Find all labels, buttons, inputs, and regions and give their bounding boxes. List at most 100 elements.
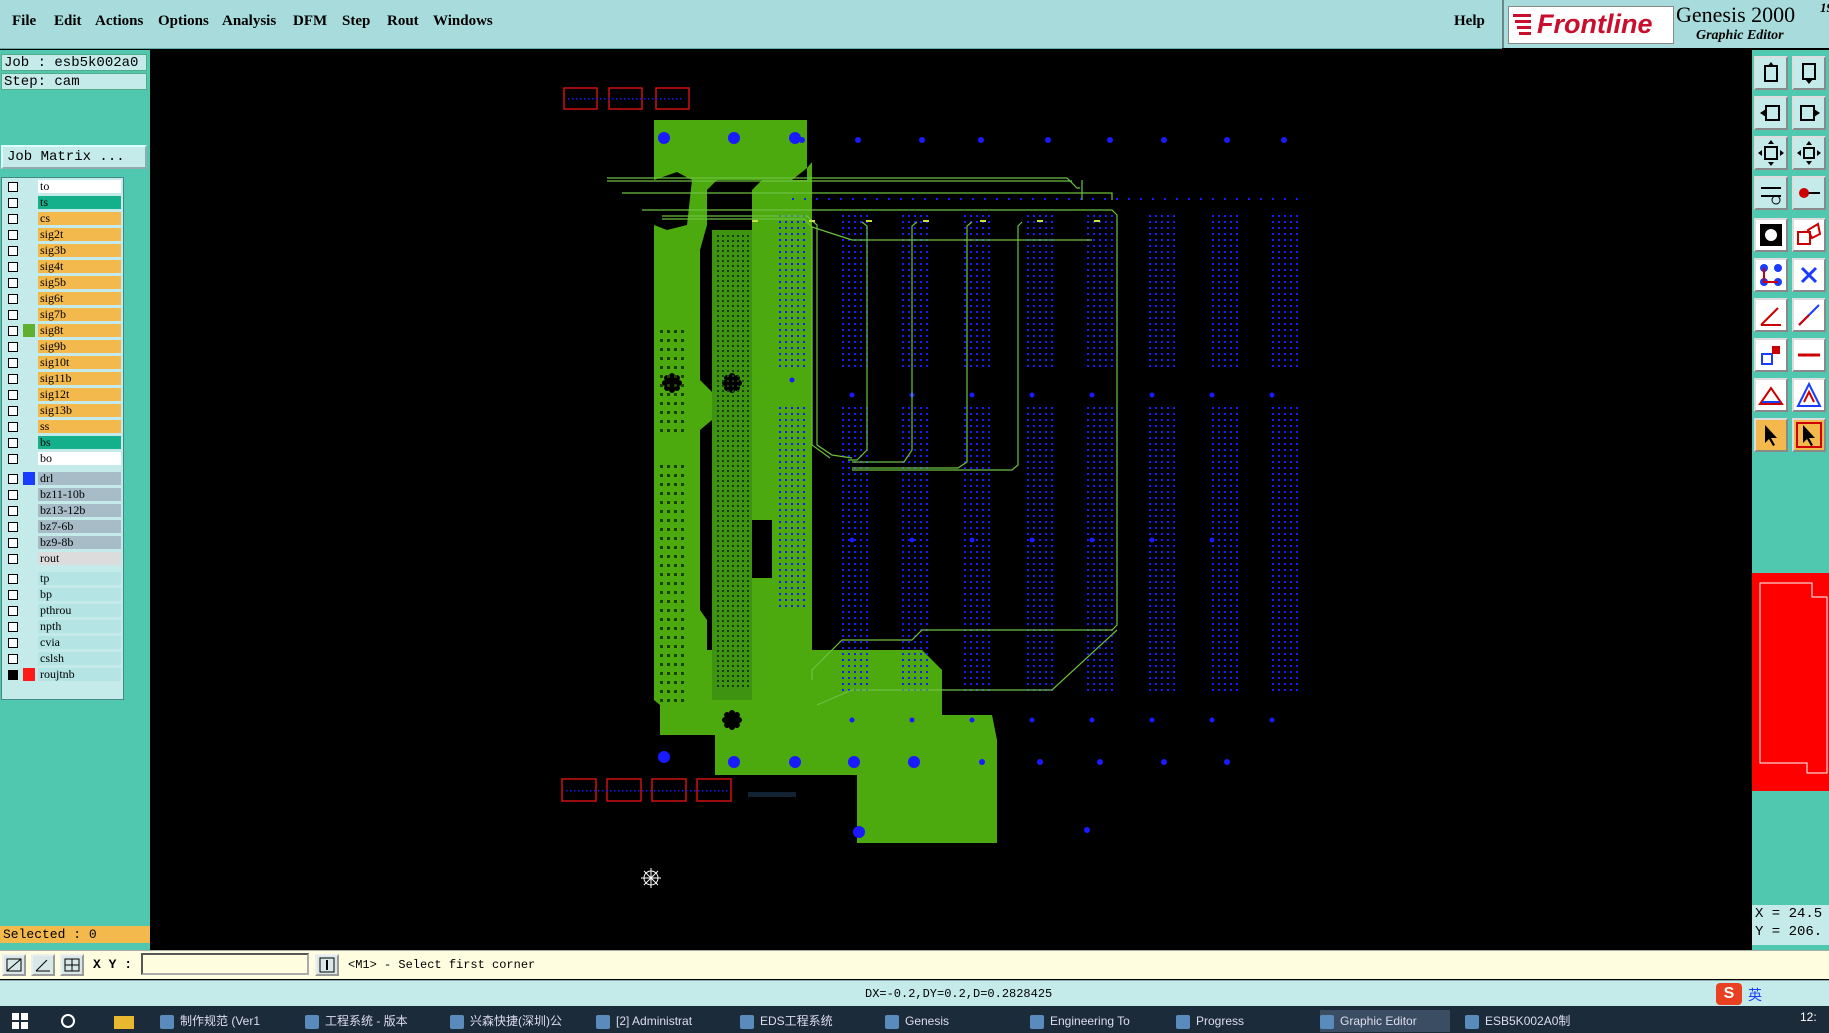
layer-checkbox[interactable] [8,310,18,320]
layer-color-swatch[interactable] [23,472,35,485]
sogou-ime-icon[interactable]: S [1716,983,1742,1005]
menu-options[interactable]: Options [158,13,209,30]
layer-color-swatch[interactable] [23,244,35,257]
layer-name[interactable]: bo [38,452,121,465]
select-button[interactable] [1754,418,1788,452]
layer-name[interactable]: bz11-10b [38,488,121,501]
layer-row-npth[interactable]: npth [2,619,123,634]
zoom-in-button[interactable] [1792,136,1826,170]
layer-row-sig12t[interactable]: sig12t [2,387,123,402]
layer-name[interactable]: sig6t [38,292,121,305]
layer-row-rout[interactable]: rout [2,551,123,566]
layer-color-swatch[interactable] [23,276,35,289]
menu-help[interactable]: Help [1454,13,1485,30]
layer-row-cs[interactable]: cs [2,211,123,226]
layer-checkbox[interactable] [8,390,18,400]
layer-checkbox[interactable] [8,230,18,240]
job-matrix-button[interactable]: Job Matrix ... [1,145,147,169]
layer-name[interactable]: sig7b [38,308,121,321]
layer-color-swatch[interactable] [23,404,35,417]
clock[interactable]: 12: [1800,1010,1817,1024]
layer-row-sig2t[interactable]: sig2t [2,227,123,242]
select-alt-button[interactable] [1792,418,1826,452]
layer-name[interactable]: tp [38,572,121,585]
layer-checkbox[interactable] [8,374,18,384]
layer-row-ts[interactable]: ts [2,195,123,210]
layer-color-swatch[interactable] [23,488,35,501]
layer-color-swatch[interactable] [23,324,35,337]
layer-row-sig4t[interactable]: sig4t [2,259,123,274]
taskbar-item[interactable]: Engineering To [1030,1010,1160,1032]
layer-color-swatch[interactable] [23,228,35,241]
layer-name[interactable]: sig13b [38,404,121,417]
layer-checkbox[interactable] [8,454,18,464]
layer-color-swatch[interactable] [23,652,35,665]
surface-button[interactable] [1754,378,1788,412]
zoom-down-button[interactable] [1792,56,1826,90]
layer-name[interactable]: sig8t [38,324,121,337]
layer-color-swatch[interactable] [23,552,35,565]
overview-map[interactable] [1752,573,1829,791]
layer-row-sig11b[interactable]: sig11b [2,371,123,386]
layer-row-bp[interactable]: bp [2,587,123,602]
menu-rout[interactable]: Rout [387,13,419,30]
layer-checkbox[interactable] [8,278,18,288]
layer-color-swatch[interactable] [23,436,35,449]
layer-row-pthrou[interactable]: pthrou [2,603,123,618]
graphic-canvas[interactable] [152,50,1752,950]
layer-row-bz7-6b[interactable]: bz7-6b [2,519,123,534]
layer-color-swatch[interactable] [23,292,35,305]
layer-color-swatch[interactable] [23,420,35,433]
angle-button[interactable] [1754,298,1788,332]
layer-row-sig3b[interactable]: sig3b [2,243,123,258]
angle-mode-button[interactable] [31,954,55,976]
layer-name[interactable]: sig4t [38,260,121,273]
layer-color-swatch[interactable] [23,620,35,633]
taskbar-item[interactable]: Graphic Editor [1320,1010,1450,1032]
layer-checkbox[interactable] [8,590,18,600]
layer-checkbox[interactable] [8,506,18,516]
pan-right-button[interactable] [1792,96,1826,130]
layer-color-swatch[interactable] [23,636,35,649]
layer-name[interactable]: sig9b [38,340,121,353]
zoom-home-button[interactable] [1754,56,1788,90]
layer-checkbox[interactable] [8,638,18,648]
layer-name[interactable]: bz13-12b [38,504,121,517]
connect-button[interactable] [1754,258,1788,292]
layer-row-drl[interactable]: drl [2,471,123,486]
layer-checkbox[interactable] [8,474,18,484]
menu-file[interactable]: File [12,13,36,30]
layer-name[interactable]: bz9-8b [38,536,121,549]
layer-name[interactable]: ss [38,420,121,433]
layer-name[interactable]: pthrou [38,604,121,617]
taskbar-item[interactable]: [2] Administrat [596,1010,726,1032]
layer-name[interactable]: sig10t [38,356,121,369]
layer-row-cvia[interactable]: cvia [2,635,123,650]
zoom-fit-button[interactable] [1754,136,1788,170]
layer-name[interactable]: ts [38,196,121,209]
layer-checkbox[interactable] [8,342,18,352]
layer-name[interactable]: sig11b [38,372,121,385]
layer-checkbox[interactable] [8,654,18,664]
layer-name[interactable]: to [38,180,121,193]
layer-color-swatch[interactable] [23,356,35,369]
taskbar-item[interactable]: ESB5K002A0制 [1465,1010,1595,1032]
layer-row-cslsh[interactable]: cslsh [2,651,123,666]
taskbar-item[interactable]: 兴森快捷(深圳)公 [450,1010,580,1032]
layer-checkbox[interactable] [8,326,18,336]
snap-settings-button[interactable] [1754,176,1788,210]
layer-checkbox[interactable] [8,246,18,256]
copy-feature-button[interactable] [1792,218,1826,252]
layer-color-swatch[interactable] [23,196,35,209]
layer-checkbox[interactable] [8,538,18,548]
snap-mode-button[interactable] [2,954,26,976]
menu-windows[interactable]: Windows [433,13,493,30]
layer-checkbox[interactable] [8,606,18,616]
search-icon[interactable] [60,1013,76,1029]
layer-checkbox[interactable] [8,574,18,584]
layer-name[interactable]: sig5b [38,276,121,289]
layer-checkbox[interactable] [8,294,18,304]
taskbar-item[interactable]: Progress [1176,1010,1306,1032]
layer-name[interactable]: cs [38,212,121,225]
grid-mode-button[interactable] [60,954,84,976]
